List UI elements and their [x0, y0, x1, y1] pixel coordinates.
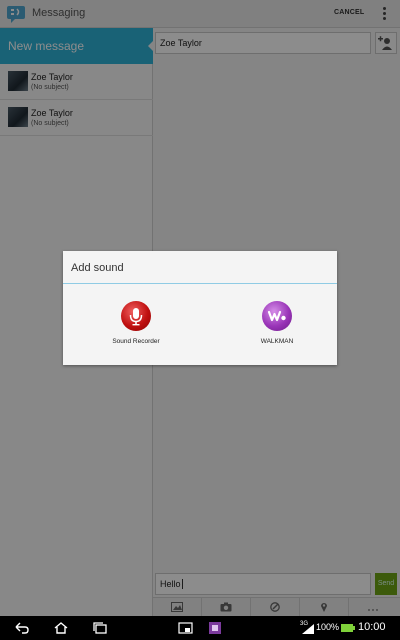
add-sound-dialog: Add sound Sound Recorder WALKMAN — [63, 251, 337, 365]
walkman-icon — [262, 301, 292, 331]
battery-icon — [341, 624, 355, 632]
recent-apps-icon[interactable] — [92, 621, 108, 635]
sound-recorder-option[interactable]: Sound Recorder — [81, 301, 191, 351]
dialog-title: Add sound — [71, 262, 124, 274]
system-navigation-bar: 3G 100% 10:00 — [0, 616, 400, 640]
small-apps-icon[interactable] — [178, 621, 194, 635]
option-label: WALKMAN — [260, 338, 294, 345]
back-icon[interactable] — [14, 621, 30, 635]
microphone-icon — [121, 301, 151, 331]
signal-icon — [302, 624, 314, 634]
walkman-option[interactable]: WALKMAN — [222, 301, 332, 351]
music-widget-icon[interactable] — [208, 621, 222, 635]
option-label: Sound Recorder — [112, 338, 160, 345]
clock: 10:00 — [358, 621, 386, 633]
dialog-divider — [63, 283, 337, 284]
battery-percent: 100% — [316, 622, 340, 632]
home-icon[interactable] — [53, 621, 69, 635]
